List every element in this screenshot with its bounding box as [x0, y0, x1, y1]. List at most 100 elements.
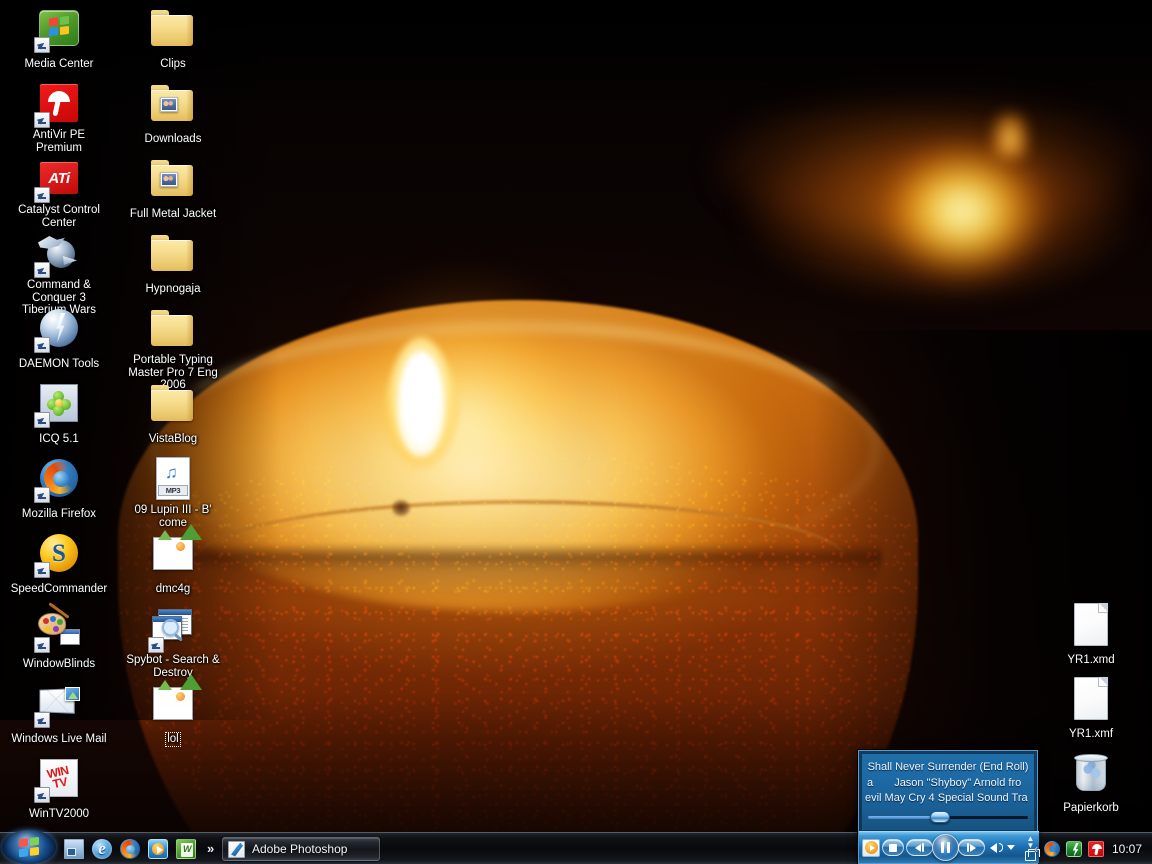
desktop-icon-glyph [34, 602, 83, 653]
desktop-icon-full-metal-jacket[interactable]: Full Metal Jacket [122, 154, 224, 222]
generic-file-icon [1074, 675, 1109, 720]
clock[interactable]: 10:07 [1110, 842, 1146, 856]
desktop-icon-label: WindowBlinds [8, 654, 110, 672]
wmp-now-playing-panel: Shall Never Surrender (End Roll) a Jason… [861, 753, 1035, 831]
volume-wave-icon [998, 843, 1003, 852]
taskbar-button-adobe-photoshop[interactable]: Adobe Photoshop [222, 837, 380, 861]
pause-icon-bar-left [941, 842, 945, 853]
windows-media-player-deskband[interactable]: Shall Never Surrender (End Roll) a Jason… [858, 750, 1040, 864]
pause-button[interactable] [932, 834, 959, 861]
desktop-icon-glyph [34, 4, 83, 53]
desktop-icon-layer: Media Center AntiVir PE Premium ATi Catalys… [0, 0, 1152, 864]
desktop-icon-glyph [149, 154, 197, 202]
desktop-icon-label-text: VistaBlog [148, 433, 198, 445]
windows-media-player-icon[interactable] [148, 839, 168, 859]
desktop-icon-09-lupin-iii-b-come[interactable]: ♫ MP3 09 Lupin III - B' come [122, 454, 224, 531]
recycle-bin-icon [1073, 751, 1109, 793]
desktop-icon-label-text: lol [165, 732, 181, 747]
folder-icon [151, 85, 195, 121]
taskbar-button-label: Adobe Photoshop [252, 842, 348, 856]
desktop-icon-label-text: WindowBlinds [22, 658, 96, 670]
desktop-icon-label: dmc4g [122, 579, 224, 597]
desktop-icon-label-text: Papierkorb [1063, 802, 1119, 814]
folder-icon [151, 385, 195, 421]
desktop-icon-speedcommander[interactable]: S SpeedCommander [8, 529, 110, 597]
antivir-tray-icon[interactable] [1087, 841, 1104, 857]
desktop-icon-label: Windows Live Mail [8, 729, 110, 747]
desktop-icon-label: Papierkorb [1040, 798, 1142, 816]
desktop-icon-yr1-xmf[interactable]: YR1.xmf [1040, 674, 1142, 742]
next-bar [966, 843, 970, 852]
desktop-icon-yr1-xmd[interactable]: YR1.xmd [1040, 600, 1142, 668]
stop-button[interactable] [882, 839, 904, 856]
mp3-file-icon: ♫ MP3 [156, 456, 190, 500]
desktop-icon-glyph [34, 229, 83, 278]
desktop-icon-label-text: Catalyst Control Center [18, 204, 100, 229]
chevron-down-icon [1006, 845, 1015, 850]
next-button[interactable] [958, 839, 985, 856]
desktop-icon-catalyst-control-center[interactable]: ATi Catalyst Control Center [8, 154, 110, 231]
quick-launch-overflow-button[interactable]: » [204, 839, 217, 859]
desktop-icon-wintv2000[interactable]: WIN TV WinTV2000 [8, 754, 110, 822]
office-icon[interactable]: W [176, 839, 196, 859]
desktop-icon-mozilla-firefox[interactable]: Mozilla Firefox [8, 454, 110, 522]
shortcut-arrow-icon [34, 487, 50, 503]
desktop-icon-label: VistaBlog [122, 429, 224, 447]
wmp-control-bar: ▲ ▼ [859, 831, 1040, 863]
desktop-icon-label-text: Media Center [24, 58, 94, 70]
desktop-icon-antivir-pe-premium[interactable]: AntiVir PE Premium [8, 79, 110, 156]
desktop-icon-label-text: AntiVir PE Premium [32, 129, 86, 154]
desktop-icon-clips[interactable]: Clips [122, 4, 224, 72]
desktop-icon-lol[interactable]: lol [122, 673, 224, 747]
volume-button[interactable] [987, 839, 1017, 856]
start-button[interactable] [2, 830, 56, 864]
desktop-icon-label: Media Center [8, 54, 110, 72]
desktop-icon-spybot-search-destroy[interactable]: Spybot - Search & Destroy [122, 604, 224, 681]
wmp-logo-button[interactable] [862, 838, 880, 857]
desktop-icon-label-text: Hypnogaja [145, 283, 201, 295]
desktop-icon-windows-live-mail[interactable]: Windows Live Mail [8, 679, 110, 747]
desktop-icon-hypnogaja[interactable]: Hypnogaja [122, 229, 224, 297]
desktop-icon-daemon-tools[interactable]: DAEMON Tools [8, 304, 110, 372]
desktop-icon-icq-5-1[interactable]: ICQ 5.1 [8, 379, 110, 447]
desktop-icon-dmc4g[interactable]: dmc4g [122, 523, 224, 597]
internet-explorer-icon[interactable] [92, 839, 112, 859]
desktop-icon-windowblinds[interactable]: WindowBlinds [8, 602, 110, 672]
wmp-seek-thumb[interactable] [930, 811, 950, 823]
desktop-icon-label: YR1.xmf [1040, 724, 1142, 742]
shortcut-arrow-icon [34, 262, 50, 278]
desktop-icon-label-text: YR1.xmd [1067, 654, 1115, 666]
desktop-icon-media-center[interactable]: Media Center [8, 4, 110, 72]
desktop-icon-label-text: Spybot - Search & Destroy [126, 654, 220, 679]
wmp-track-title: Shall Never Surrender (End Roll) [867, 761, 1029, 773]
shortcut-arrow-icon [34, 412, 50, 428]
desktop-icon-glyph [34, 679, 83, 728]
wmp-artist-name: Jason "Shyboy" Arnold fro [894, 776, 1022, 789]
wmp-seek-bar[interactable] [868, 810, 1028, 824]
folder-icon [151, 235, 195, 271]
previous-icon [914, 843, 921, 852]
show-desktop-icon[interactable] [64, 839, 84, 859]
previous-button[interactable] [906, 839, 933, 856]
desktop-icon-downloads[interactable]: Downloads [122, 79, 224, 147]
desktop-icon-vistablog[interactable]: VistaBlog [122, 379, 224, 447]
shortcut-arrow-icon [34, 112, 50, 128]
desktop-icon-label: Spybot - Search & Destroy [122, 654, 224, 681]
desktop-icon-label-text: WinTV2000 [28, 808, 90, 820]
daemon-tools-tray-icon[interactable] [1065, 841, 1082, 857]
shortcut-arrow-icon [34, 787, 50, 803]
shortcut-arrow-icon [34, 37, 50, 53]
shortcut-arrow-icon [34, 337, 50, 353]
desktop-icon-label-text: SpeedCommander [10, 583, 108, 595]
desktop-icon-label: Hypnogaja [122, 279, 224, 297]
desktop-icon-glyph [149, 523, 202, 577]
desktop-icon-papierkorb[interactable]: Papierkorb [1040, 748, 1142, 816]
firefox-tray-icon[interactable] [1043, 841, 1060, 857]
image-file-icon [153, 523, 202, 570]
desktop-icon-label-text: ICQ 5.1 [39, 433, 79, 445]
firefox-icon[interactable] [120, 839, 140, 859]
tray-expand-chevron-icon[interactable]: ‹ [1034, 842, 1038, 856]
next-icon [970, 843, 977, 852]
pause-icon-bar-right [946, 842, 950, 853]
desktop-icon-label-text: DAEMON Tools [18, 358, 100, 370]
